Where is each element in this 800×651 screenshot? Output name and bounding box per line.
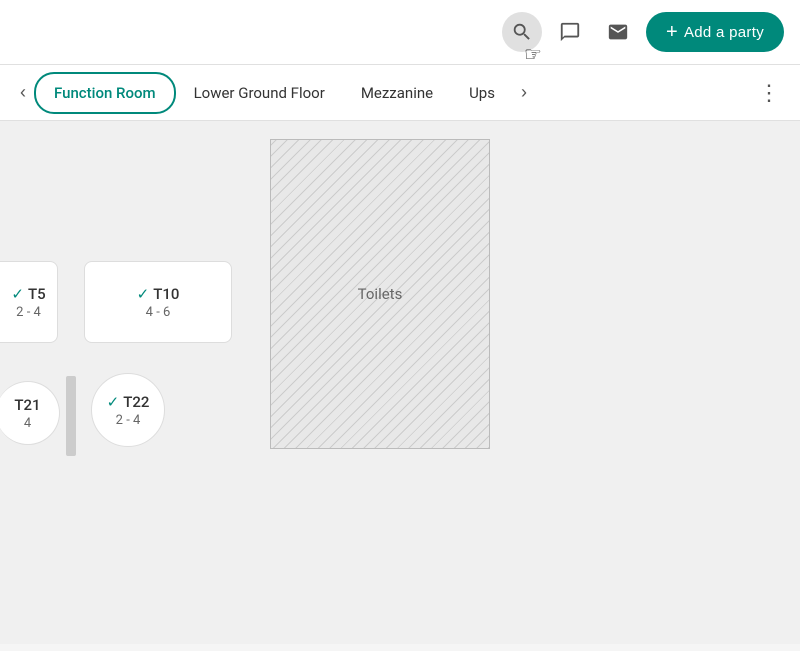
table-T5-name: ✓ T5 bbox=[11, 285, 45, 303]
table-T21-capacity: 4 bbox=[24, 416, 31, 431]
toilets-label: Toilets bbox=[358, 285, 403, 303]
table-T10[interactable]: ✓ T10 4 - 6 bbox=[84, 261, 232, 343]
mail-icon bbox=[607, 21, 629, 43]
table-T21-name: T21 bbox=[14, 396, 40, 414]
table-T22[interactable]: ✓ T22 2 - 4 bbox=[91, 373, 165, 447]
mail-button[interactable] bbox=[598, 12, 638, 52]
table-T5[interactable]: ✓ T5 2 - 4 bbox=[0, 261, 58, 343]
table-T22-name: ✓ T22 bbox=[107, 393, 150, 411]
tab-mezzanine[interactable]: Mezzanine bbox=[343, 74, 451, 112]
tab-more-button[interactable]: ⋮ bbox=[750, 72, 788, 114]
search-button[interactable]: ☞ bbox=[502, 12, 542, 52]
tab-bar: ‹ Function Room Lower Ground Floor Mezza… bbox=[0, 65, 800, 121]
tab-function-room[interactable]: Function Room bbox=[34, 72, 176, 114]
cursor: ☞ bbox=[524, 42, 542, 67]
messages-icon bbox=[559, 21, 581, 43]
tab-next-button[interactable]: › bbox=[513, 74, 535, 111]
messages-button[interactable] bbox=[550, 12, 590, 52]
tab-lower-ground-floor[interactable]: Lower Ground Floor bbox=[176, 74, 343, 112]
divider-bar bbox=[66, 376, 76, 456]
toilets-area: Toilets bbox=[270, 139, 490, 449]
floor-plan: ✓ T5 2 - 4 ✓ T10 4 - 6 T21 4 ✓ T22 2 - 4… bbox=[0, 121, 800, 644]
table-T10-name: ✓ T10 bbox=[137, 285, 180, 303]
table-T22-capacity: 2 - 4 bbox=[116, 413, 141, 428]
tab-prev-button[interactable]: ‹ bbox=[12, 74, 34, 111]
table-T21[interactable]: T21 4 bbox=[0, 381, 60, 445]
search-icon bbox=[511, 21, 533, 43]
add-party-button[interactable]: + Add a party bbox=[646, 12, 784, 52]
plus-icon: + bbox=[666, 22, 678, 42]
table-T5-capacity: 2 - 4 bbox=[16, 305, 41, 320]
table-T10-capacity: 4 - 6 bbox=[146, 305, 171, 320]
header: ☞ + Add a party bbox=[0, 0, 800, 65]
tab-ups[interactable]: Ups bbox=[451, 74, 513, 112]
add-party-label: Add a party bbox=[684, 24, 764, 41]
